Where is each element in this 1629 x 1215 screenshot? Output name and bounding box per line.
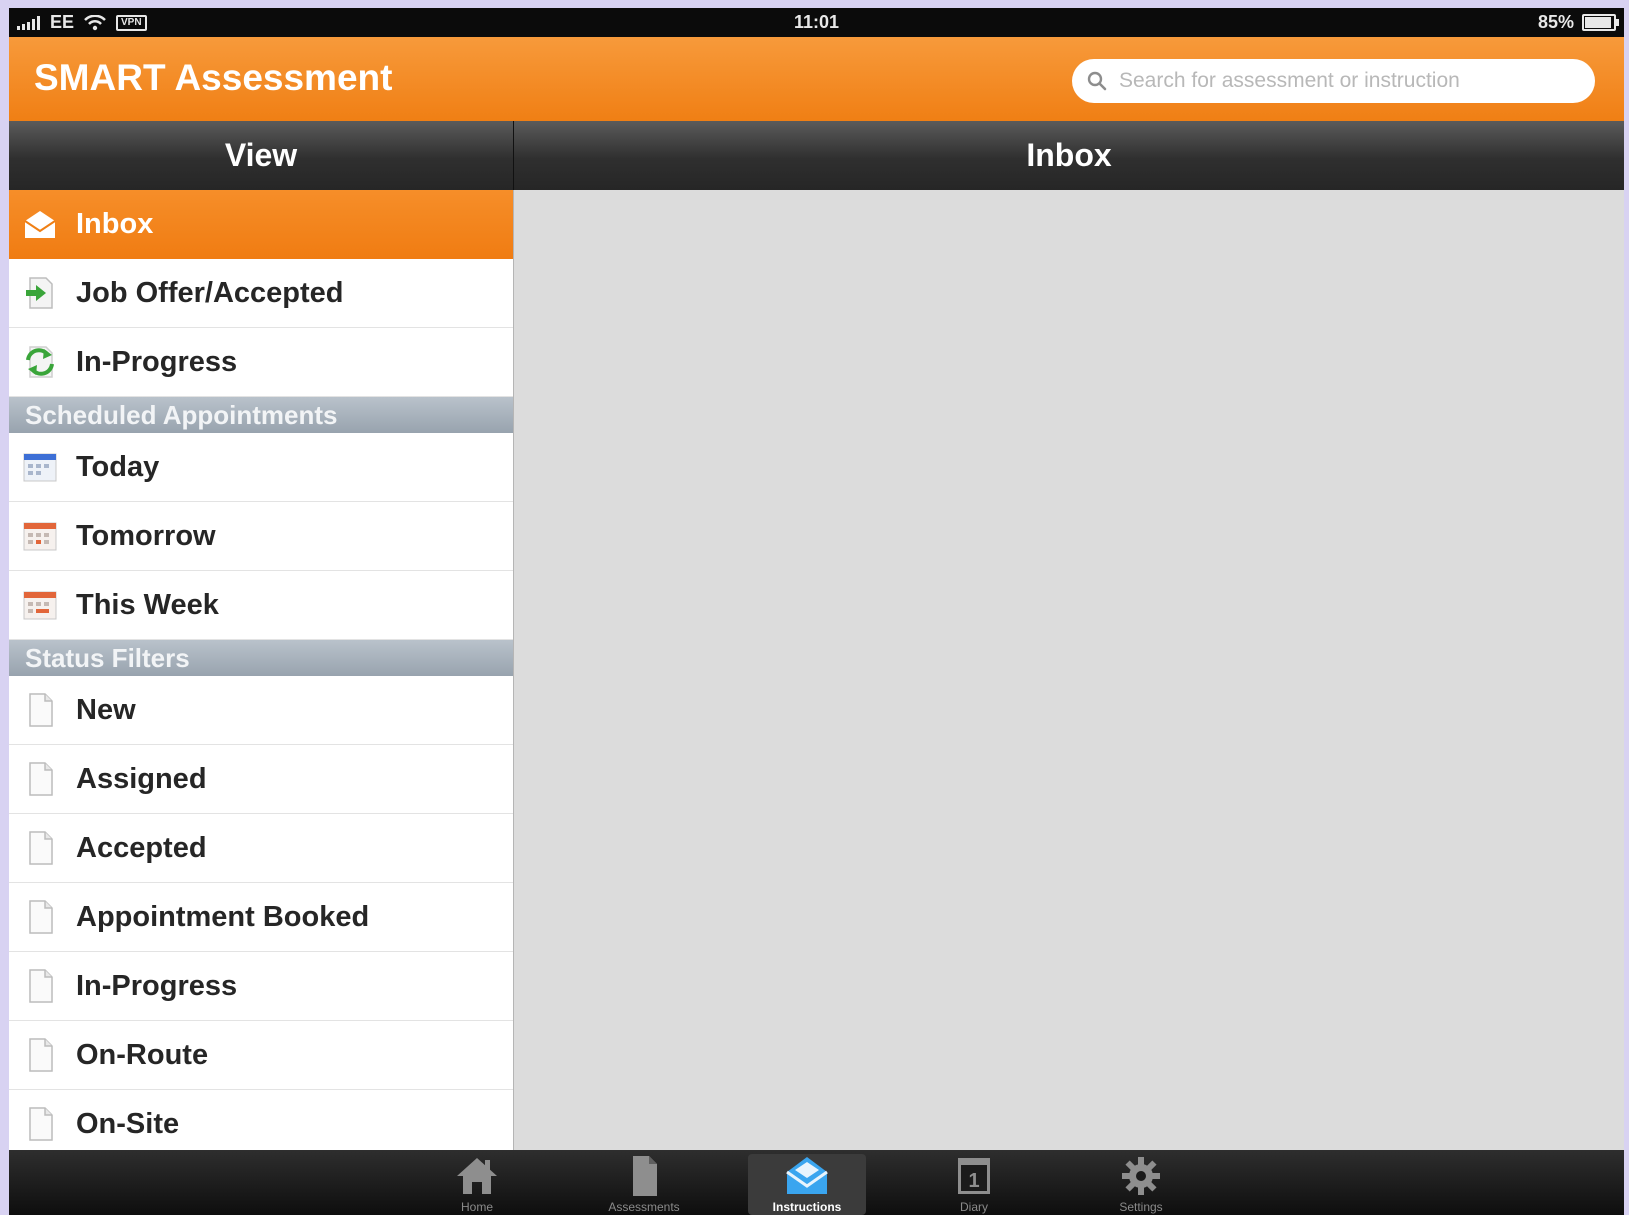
sidebar-item-new[interactable]: New [9,676,513,745]
tab-bar: Home Assessments Instructions 1 Diary Se… [9,1150,1624,1215]
tab-label: Instructions [772,1200,842,1214]
document-icon [29,1038,53,1072]
sidebar-item-today[interactable]: Today [9,433,513,502]
status-right: 85% [1537,12,1619,33]
status-bar: EE VPN 11:01 85% [9,8,1624,37]
home-icon [457,1158,497,1194]
tab-diary[interactable]: 1 Diary [915,1154,1033,1215]
sidebar-item-label: Assigned [76,762,207,795]
sidebar-item-inbox[interactable]: Inbox [9,190,513,259]
sidebar-item-label: This Week [76,588,219,621]
calendar-icon [23,453,57,482]
job-offer-arrow-icon [26,277,53,309]
diary-icon: 1 [958,1158,990,1194]
tab-label: Home [460,1200,493,1214]
settings-gear-icon [1122,1157,1160,1195]
sidebar-item-label: New [76,693,136,726]
section-header-status-filters: Status Filters [9,640,513,676]
app-header: SMART Assessment [9,37,1624,121]
ipad-screen: EE VPN 11:01 85% SMART Assessment View I… [9,8,1624,1215]
tab-settings[interactable]: Settings [1082,1154,1200,1215]
status-time: 11:01 [793,12,840,32]
battery-icon [1582,14,1619,31]
sidebar-item-label: Today [76,450,160,483]
document-icon [29,693,53,727]
document-icon [29,1107,53,1141]
sidebar-item-label: On-Route [76,1038,209,1071]
search-input[interactable] [1117,68,1581,94]
sidebar-item-this-week[interactable]: This Week [9,571,513,640]
document-icon [29,762,53,796]
tab-label: Assessments [608,1200,680,1214]
sync-arrows-icon [26,346,54,378]
section-header-scheduled: Scheduled Appointments [9,397,513,433]
view-pane-header: View [9,121,514,190]
inbox-content-pane [514,190,1624,1150]
tab-instructions[interactable]: Instructions [748,1154,866,1215]
sidebar-item-label: Inbox [76,208,154,240]
battery-percent: 85% [1537,12,1574,32]
sidebar-item-assigned[interactable]: Assigned [9,745,513,814]
sidebar-item-label: Appointment Booked [76,900,370,933]
sidebar-item-label: Tomorrow [76,519,216,552]
sidebar-item-appointment-booked[interactable]: Appointment Booked [9,883,513,952]
sidebar-item-on-route[interactable]: On-Route [9,1021,513,1090]
calendar-icon [23,591,57,620]
document-icon [29,969,53,1003]
inbox-icon [24,210,56,238]
tab-label: Settings [1119,1200,1163,1214]
instructions-icon [786,1157,828,1194]
inbox-pane-header: Inbox [514,121,1624,190]
sidebar-item-accepted[interactable]: Accepted [9,814,513,883]
sidebar: Inbox Job Offer/Accepted In-Progress Sch… [9,190,514,1150]
assessments-icon [633,1156,657,1196]
sidebar-item-in-progress[interactable]: In-Progress [9,328,513,397]
sidebar-item-label: Accepted [76,831,207,864]
search-icon [1087,71,1107,91]
sidebar-item-label: Job Offer/Accepted [76,276,344,309]
calendar-icon [23,522,57,551]
sidebar-item-label: In-Progress [76,969,238,1002]
diary-date-number: 1 [968,1170,979,1192]
sidebar-item-label: On-Site [76,1107,180,1140]
sidebar-item-on-site[interactable]: On-Site [9,1090,513,1150]
sidebar-item-status-in-progress[interactable]: In-Progress [9,952,513,1021]
tab-assessments[interactable]: Assessments [585,1154,703,1215]
document-icon [29,900,53,934]
sidebar-item-label: In-Progress [76,345,238,378]
sidebar-item-job-offer-accepted[interactable]: Job Offer/Accepted [9,259,513,328]
sidebar-item-tomorrow[interactable]: Tomorrow [9,502,513,571]
tab-label: Diary [959,1200,988,1214]
search-bar[interactable] [1072,59,1595,103]
app-title: SMART Assessment [34,57,393,98]
document-icon [29,831,53,865]
tab-home[interactable]: Home [418,1154,536,1215]
